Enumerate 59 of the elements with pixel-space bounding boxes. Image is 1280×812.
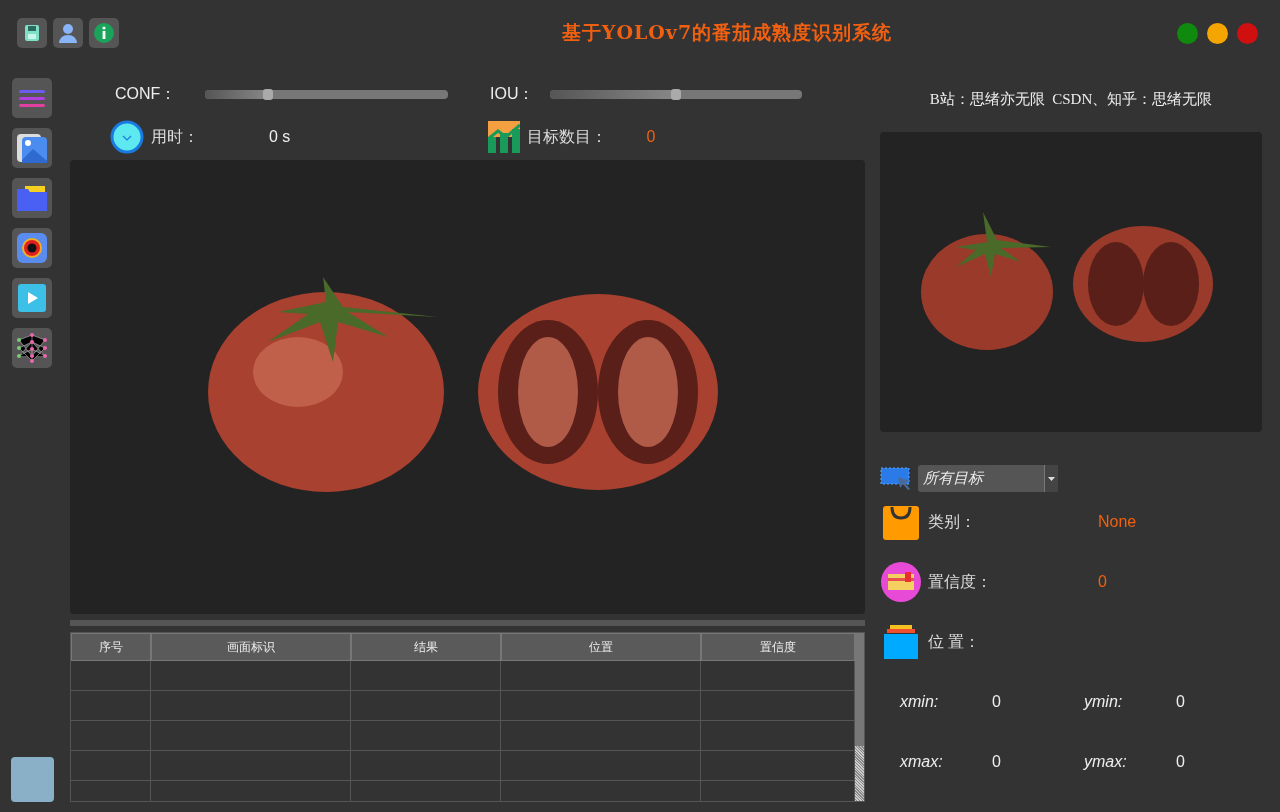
detail-label: 置信度： bbox=[928, 571, 993, 592]
caret-icon bbox=[1048, 476, 1055, 481]
camera-button[interactable] bbox=[12, 228, 52, 268]
neural-network-icon bbox=[16, 332, 48, 364]
slider-thumb[interactable] bbox=[263, 88, 274, 100]
image-icon bbox=[16, 132, 48, 164]
detail-label: 类别： bbox=[928, 511, 977, 532]
user-icon bbox=[57, 22, 79, 44]
column-header[interactable]: 画面标识 bbox=[151, 633, 351, 661]
stat-value: 0 bbox=[646, 128, 656, 146]
detail-value: None bbox=[1098, 513, 1137, 531]
window-control-button[interactable] bbox=[1177, 22, 1198, 44]
slider-label: CONF： bbox=[115, 83, 178, 104]
selection-cursor-icon bbox=[880, 466, 912, 491]
slider-track[interactable] bbox=[205, 89, 448, 99]
stat-value: 0 s bbox=[269, 128, 291, 146]
slider-track[interactable] bbox=[550, 89, 802, 99]
folder-icon bbox=[17, 185, 47, 211]
slider-label: IOU： bbox=[490, 83, 536, 104]
scrollbar-thumb[interactable] bbox=[855, 746, 864, 801]
play-icon bbox=[18, 284, 46, 312]
coordinate-label: ymin: bbox=[1084, 693, 1124, 711]
video-button[interactable] bbox=[12, 278, 52, 318]
window-control-button[interactable] bbox=[1207, 22, 1228, 44]
clock-icon bbox=[110, 120, 144, 154]
info-button[interactable] bbox=[89, 18, 119, 48]
column-header[interactable]: 位置 bbox=[501, 633, 701, 661]
bar-chart-icon bbox=[487, 121, 520, 153]
image-button[interactable] bbox=[12, 128, 52, 168]
coordinate-value: 0 bbox=[992, 693, 1001, 711]
coordinate-label: xmax: bbox=[900, 753, 944, 771]
window-title: 基于YOLOv7的番茄成熟度识别系统 bbox=[560, 20, 894, 45]
credits-text: B站：思绪亦无限 CSDN、知乎：思绪无限 bbox=[928, 90, 1214, 109]
user-button[interactable] bbox=[53, 18, 83, 48]
stat-label: 用时： bbox=[151, 126, 200, 147]
info-icon bbox=[93, 22, 115, 44]
coordinate-value: 0 bbox=[1176, 753, 1185, 771]
stat-label: 目标数目： bbox=[526, 126, 608, 147]
shopping-bag-icon bbox=[881, 504, 921, 540]
detail-label: 位 置： bbox=[928, 631, 982, 652]
coordinate-label: xmin: bbox=[900, 693, 940, 711]
coordinate-value: 0 bbox=[1176, 693, 1185, 711]
model-button[interactable] bbox=[12, 328, 52, 368]
save-button[interactable] bbox=[17, 18, 47, 48]
column-header[interactable]: 结果 bbox=[351, 633, 501, 661]
menu-icon bbox=[19, 88, 45, 108]
target-dropdown[interactable]: 所有目标 bbox=[918, 465, 1058, 492]
column-header[interactable]: 序号 bbox=[71, 633, 151, 661]
folder-button[interactable] bbox=[12, 178, 52, 218]
coordinate-label: ymax: bbox=[1084, 753, 1128, 771]
column-header[interactable]: 置信度 bbox=[701, 633, 855, 661]
slider-thumb[interactable] bbox=[671, 88, 681, 100]
card-icon bbox=[881, 562, 921, 602]
camera-lens-icon bbox=[17, 233, 47, 263]
coordinate-value: 0 bbox=[992, 753, 1001, 771]
stacked-boxes-icon bbox=[881, 625, 921, 659]
scrollbar[interactable] bbox=[855, 633, 864, 801]
avatar-placeholder bbox=[10, 757, 54, 802]
detail-value: 0 bbox=[1098, 573, 1107, 591]
